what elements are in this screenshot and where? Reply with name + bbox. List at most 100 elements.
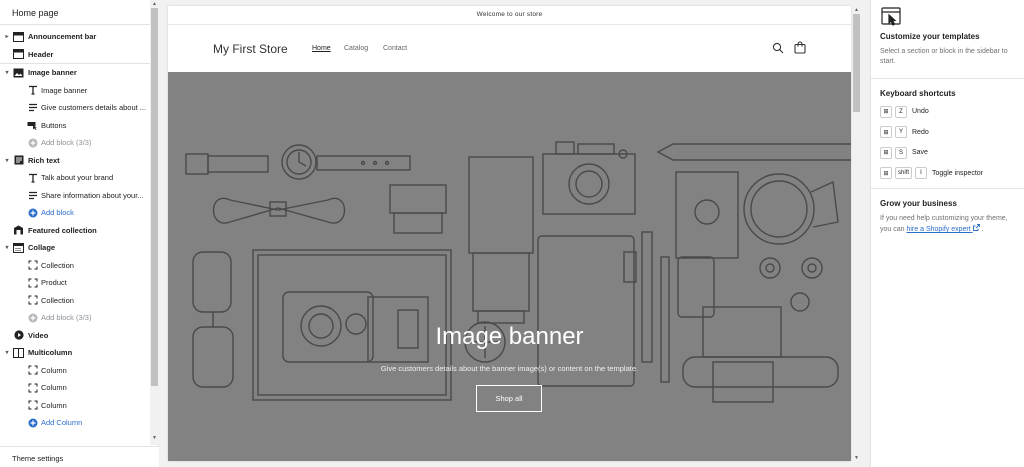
key-z: Z xyxy=(895,105,907,118)
shortcuts-title: Keyboard shortcuts xyxy=(880,89,956,98)
caret-down-icon[interactable]: ▾ xyxy=(4,349,10,356)
block-frame-icon xyxy=(27,260,38,271)
shop-all-button[interactable]: Shop all xyxy=(476,385,542,412)
block-item-add-block-3-3[interactable]: Add block (3/3) xyxy=(0,134,150,152)
block-frame-icon xyxy=(27,365,38,376)
tree-item-label: Header xyxy=(28,49,54,59)
preview-scroll-thumb[interactable] xyxy=(853,14,860,112)
tree-item-label: Give customers details about ... xyxy=(41,103,147,113)
block-item-add-block-3-3[interactable]: Add block (3/3) xyxy=(0,309,150,327)
ctrl-key-icon: ⊞ xyxy=(880,167,892,179)
tree-item-label: Column xyxy=(41,365,67,375)
scroll-up-icon[interactable]: ▲ xyxy=(852,7,861,13)
section-item-header[interactable]: Header xyxy=(0,46,150,64)
block-item-column[interactable]: Column xyxy=(0,362,150,380)
sidebar-scroll-thumb[interactable] xyxy=(151,8,158,386)
shortcut-label: Undo xyxy=(912,108,929,115)
scroll-down-icon[interactable]: ▼ xyxy=(852,455,861,461)
theme-settings-button[interactable]: Theme settings xyxy=(0,446,159,467)
grow-text: If you need help customizing your theme,… xyxy=(880,214,1016,235)
page-title: Home page xyxy=(12,8,59,18)
block-item-talk-about-your-brand[interactable]: Talk about your brand xyxy=(0,169,150,187)
section-item-image-banner[interactable]: ▾ Image banner xyxy=(0,64,150,82)
block-item-collection[interactable]: Collection xyxy=(0,292,150,310)
block-item-give-customers-details-about[interactable]: Give customers details about ... xyxy=(0,99,150,117)
inspector-panel: Customize your templates Select a sectio… xyxy=(870,0,1024,467)
block-item-share-information-about-your[interactable]: Share information about your... xyxy=(0,187,150,205)
theme-preview[interactable]: Welcome to our store My First Store Home… xyxy=(168,6,851,461)
external-link-icon xyxy=(972,224,980,231)
section-item-featured-collection[interactable]: Featured collection xyxy=(0,222,150,240)
nav-contact[interactable]: Contact xyxy=(383,45,407,52)
tree-item-label: Add block xyxy=(41,208,74,218)
announcement-bar-icon xyxy=(13,31,24,42)
tree-item-label: Product xyxy=(41,278,67,288)
block-item-add-column[interactable]: Add Column xyxy=(0,414,150,432)
shortcut-redo: ⊞ Y Redo xyxy=(880,126,929,139)
banner-title: Image banner xyxy=(435,323,584,350)
add-circle-icon xyxy=(27,137,38,148)
section-item-announcement-bar[interactable]: ▸ Announcement bar xyxy=(0,28,150,46)
featured-collection-icon xyxy=(13,225,24,236)
text-icon xyxy=(27,85,38,96)
image-icon xyxy=(13,67,24,78)
store-header[interactable]: My First Store Home Catalog Contact xyxy=(168,26,851,72)
shortcut-save: ⊞ S Save xyxy=(880,146,928,159)
section-item-video[interactable]: Video xyxy=(0,327,150,345)
caret-right-icon[interactable]: ▸ xyxy=(4,33,10,40)
store-name[interactable]: My First Store xyxy=(213,42,288,56)
divider xyxy=(871,188,1024,189)
tree-item-label: Featured collection xyxy=(28,225,97,235)
block-item-column[interactable]: Column xyxy=(0,397,150,415)
caret-down-icon[interactable]: ▾ xyxy=(4,69,10,76)
grow-title: Grow your business xyxy=(880,199,957,208)
key-s: S xyxy=(895,146,907,159)
key-shift: shift xyxy=(895,167,913,179)
nav-home[interactable]: Home xyxy=(312,45,331,52)
block-item-buttons[interactable]: Buttons xyxy=(0,117,150,135)
shortcut-label: Save xyxy=(912,149,928,156)
caret-down-icon[interactable]: ▾ xyxy=(4,157,10,164)
grow-text-tail: . xyxy=(981,226,984,233)
customize-title: Customize your templates xyxy=(880,32,980,41)
nav-catalog[interactable]: Catalog xyxy=(344,45,368,52)
tree-item-label: Add block (3/3) xyxy=(41,138,92,148)
block-item-image-banner[interactable]: Image banner xyxy=(0,82,150,100)
key-i: I xyxy=(915,167,928,179)
ctrl-key-icon: ⊞ xyxy=(880,146,892,159)
shortcut-label: Redo xyxy=(912,128,929,136)
tree-item-label: Add Column xyxy=(41,418,83,428)
hire-expert-link[interactable]: hire a Shopify expert xyxy=(906,224,980,233)
scroll-up-icon[interactable]: ▲ xyxy=(151,1,158,7)
buttons-icon xyxy=(27,120,38,131)
announcement-bar[interactable]: Welcome to our store xyxy=(168,6,851,25)
video-icon xyxy=(13,330,24,341)
block-item-add-block[interactable]: Add block xyxy=(0,204,150,222)
add-circle-icon xyxy=(27,207,38,218)
tree-item-label: Rich text xyxy=(28,155,60,165)
section-item-rich-text[interactable]: ▾ Rich text xyxy=(0,152,150,170)
search-icon[interactable] xyxy=(772,42,784,56)
block-frame-icon xyxy=(27,277,38,288)
paragraph-icon xyxy=(27,190,38,201)
image-banner[interactable]: Image banner Give customers details abou… xyxy=(168,72,851,461)
tree-item-label: Multicolumn xyxy=(28,348,73,358)
section-item-multicolumn[interactable]: ▾ Multicolumn xyxy=(0,344,150,362)
tree-item-label: Column xyxy=(41,400,67,410)
block-item-product[interactable]: Product xyxy=(0,274,150,292)
tree-item-label: Image banner xyxy=(28,68,77,78)
block-item-column[interactable]: Column xyxy=(0,379,150,397)
scroll-down-icon[interactable]: ▼ xyxy=(151,435,158,441)
multicolumn-icon xyxy=(13,347,24,358)
theme-settings-label: Theme settings xyxy=(12,454,64,463)
caret-down-icon[interactable]: ▾ xyxy=(4,244,10,251)
block-frame-icon xyxy=(27,295,38,306)
tree-item-label: Talk about your brand xyxy=(41,173,114,183)
header-icon xyxy=(13,49,24,60)
tree-item-label: Announcement bar xyxy=(28,32,97,42)
section-item-collage[interactable]: ▾ Collage xyxy=(0,239,150,257)
block-item-collection[interactable]: Collection xyxy=(0,257,150,275)
cart-icon[interactable] xyxy=(794,41,806,56)
shortcut-undo: ⊞ Z Undo xyxy=(880,105,929,118)
customize-text: Select a section or block in the sidebar… xyxy=(880,48,1008,65)
